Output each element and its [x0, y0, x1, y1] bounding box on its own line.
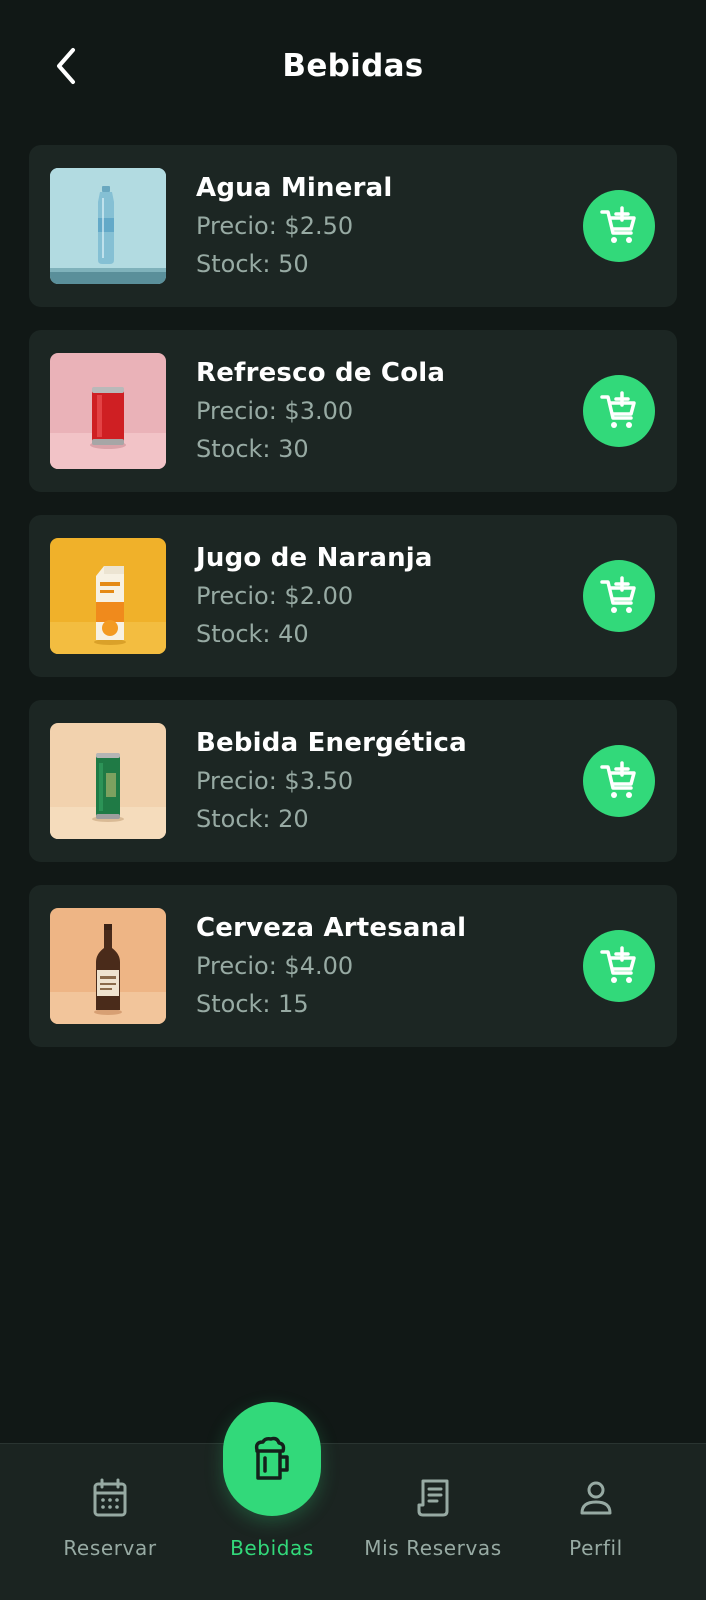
product-info: Agua Mineral Precio: $2.50 Stock: 50	[196, 169, 392, 283]
product-stock: Stock: 30	[196, 435, 309, 463]
nav-label: Perfil	[569, 1536, 623, 1560]
product-info: Refresco de Cola Precio: $3.00 Stock: 30	[196, 354, 445, 468]
product-card: Bebida Energética Precio: $3.50 Stock: 2…	[29, 700, 677, 862]
add-to-cart-button[interactable]	[583, 930, 655, 1002]
product-name: Jugo de Naranja	[196, 543, 433, 573]
nav-item-mis-reservas[interactable]: Mis Reservas	[356, 1444, 510, 1600]
receipt-icon	[417, 1479, 449, 1517]
add-to-cart-icon	[600, 391, 636, 428]
add-to-cart-button[interactable]	[583, 375, 655, 447]
product-image-energy-drink	[50, 723, 166, 839]
nav-label: Reservar	[63, 1536, 157, 1560]
product-card: Agua Mineral Precio: $2.50 Stock: 50	[29, 145, 677, 307]
app-header: Bebidas	[0, 0, 706, 134]
product-card: Jugo de Naranja Precio: $2.00 Stock: 40	[29, 515, 677, 677]
product-info: Cerveza Artesanal Precio: $4.00 Stock: 1…	[196, 909, 466, 1023]
calendar-icon	[93, 1478, 127, 1517]
product-name: Cerveza Artesanal	[196, 913, 467, 943]
add-to-cart-button[interactable]	[583, 190, 655, 262]
product-price: Precio: $3.00	[196, 397, 354, 425]
add-to-cart-icon	[600, 576, 636, 613]
product-info: Bebida Energética Precio: $3.50 Stock: 2…	[196, 724, 467, 838]
nav-label: Mis Reservas	[364, 1536, 502, 1560]
product-image-beer	[50, 908, 166, 1024]
product-stock: Stock: 40	[196, 620, 309, 648]
product-stock: Stock: 15	[196, 990, 309, 1018]
product-stock: Stock: 50	[196, 250, 309, 278]
product-image-water	[50, 168, 166, 284]
beer-mug-icon	[254, 1436, 289, 1480]
product-price: Precio: $4.00	[196, 952, 354, 980]
product-card: Refresco de Cola Precio: $3.00 Stock: 30	[29, 330, 677, 492]
person-icon	[580, 1481, 612, 1515]
nav-item-perfil[interactable]: Perfil	[533, 1444, 659, 1600]
bebidas-fab-button[interactable]	[223, 1402, 321, 1516]
product-name: Refresco de Cola	[196, 358, 446, 388]
product-price: Precio: $2.50	[196, 212, 354, 240]
nav-item-reservar[interactable]: Reservar	[47, 1444, 173, 1600]
page-title: Bebidas	[282, 48, 424, 84]
product-price: Precio: $2.00	[196, 582, 354, 610]
add-to-cart-icon	[600, 206, 636, 243]
nav-label: Bebidas	[230, 1536, 314, 1560]
product-price: Precio: $3.50	[196, 767, 354, 795]
add-to-cart-button[interactable]	[583, 745, 655, 817]
product-info: Jugo de Naranja Precio: $2.00 Stock: 40	[196, 539, 433, 653]
product-list: Agua Mineral Precio: $2.50 Stock: 50 Ref…	[29, 145, 677, 1070]
add-to-cart-icon	[600, 761, 636, 798]
product-card: Cerveza Artesanal Precio: $4.00 Stock: 1…	[29, 885, 677, 1047]
product-image-cola	[50, 353, 166, 469]
product-name: Agua Mineral	[196, 173, 393, 203]
product-image-orange-juice	[50, 538, 166, 654]
add-to-cart-icon	[600, 946, 636, 983]
bottom-navigation: Reservar Bebidas Mis Reservas Perfil	[0, 1443, 706, 1600]
product-name: Bebida Energética	[196, 728, 467, 758]
product-stock: Stock: 20	[196, 805, 309, 833]
add-to-cart-button[interactable]	[583, 560, 655, 632]
